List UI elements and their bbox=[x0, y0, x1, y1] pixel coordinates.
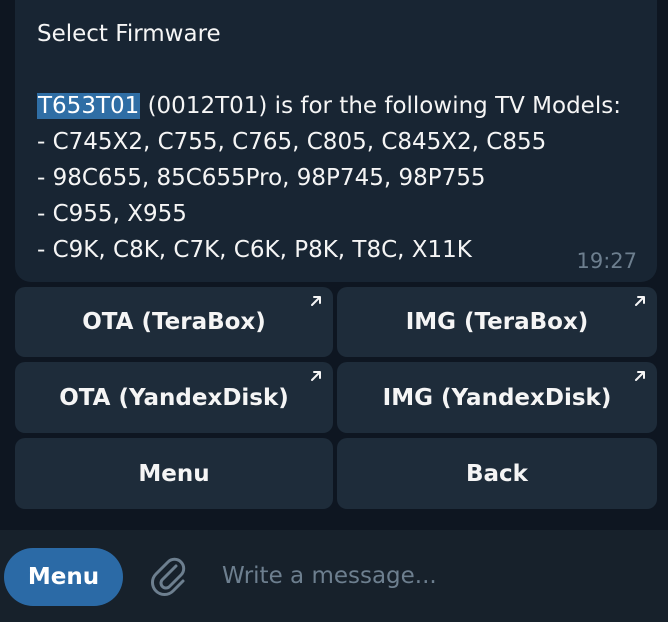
img-yandexdisk-label: IMG (YandexDisk) bbox=[382, 384, 612, 411]
ota-yandexdisk-label: OTA (YandexDisk) bbox=[59, 384, 289, 411]
message-time: 19:27 bbox=[576, 249, 637, 273]
bot-menu-label: Menu bbox=[27, 564, 100, 590]
model-line: - 98C655, 85C655Pro, 98P745, 98P755 bbox=[37, 165, 486, 191]
arrow-up-right-icon bbox=[635, 296, 645, 306]
ota-yandexdisk-button[interactable]: OTA (YandexDisk) bbox=[15, 362, 333, 433]
model-line: - C745X2, C755, C765, C805, C845X2, C855 bbox=[37, 129, 547, 155]
firmware-id-selection[interactable]: T653T01 bbox=[37, 93, 141, 119]
paperclip-icon[interactable] bbox=[146, 554, 192, 600]
firmware-line: T653T01 (0012T01) is for the following T… bbox=[37, 88, 635, 124]
message-composer: Menu bbox=[0, 530, 668, 622]
message-input[interactable] bbox=[222, 556, 652, 596]
menu-keyboard-label: Menu bbox=[138, 460, 210, 487]
menu-keyboard-button[interactable]: Menu bbox=[15, 438, 333, 509]
message-bubble: Select Firmware T653T01 (0012T01) is for… bbox=[15, 0, 657, 282]
arrow-up-right-icon bbox=[311, 371, 321, 381]
model-line: - C955, X955 bbox=[37, 201, 187, 227]
chat-area: Select Firmware T653T01 (0012T01) is for… bbox=[0, 0, 668, 530]
back-button[interactable]: Back bbox=[337, 438, 657, 509]
arrow-up-right-icon bbox=[635, 371, 645, 381]
back-label: Back bbox=[466, 460, 528, 487]
model-line: - C9K, C8K, C7K, C6K, P8K, T8C, X11K bbox=[37, 237, 472, 263]
bot-menu-button[interactable]: Menu bbox=[4, 548, 123, 606]
img-terabox-button[interactable]: IMG (TeraBox) bbox=[337, 287, 657, 357]
ota-terabox-button[interactable]: OTA (TeraBox) bbox=[15, 287, 333, 357]
arrow-up-right-icon bbox=[311, 296, 321, 306]
message-title: Select Firmware bbox=[37, 21, 221, 47]
ota-terabox-label: OTA (TeraBox) bbox=[82, 309, 266, 335]
firmware-description: (0012T01) is for the following TV Models… bbox=[140, 93, 621, 119]
img-yandexdisk-button[interactable]: IMG (YandexDisk) bbox=[337, 362, 657, 433]
img-terabox-label: IMG (TeraBox) bbox=[405, 309, 589, 335]
